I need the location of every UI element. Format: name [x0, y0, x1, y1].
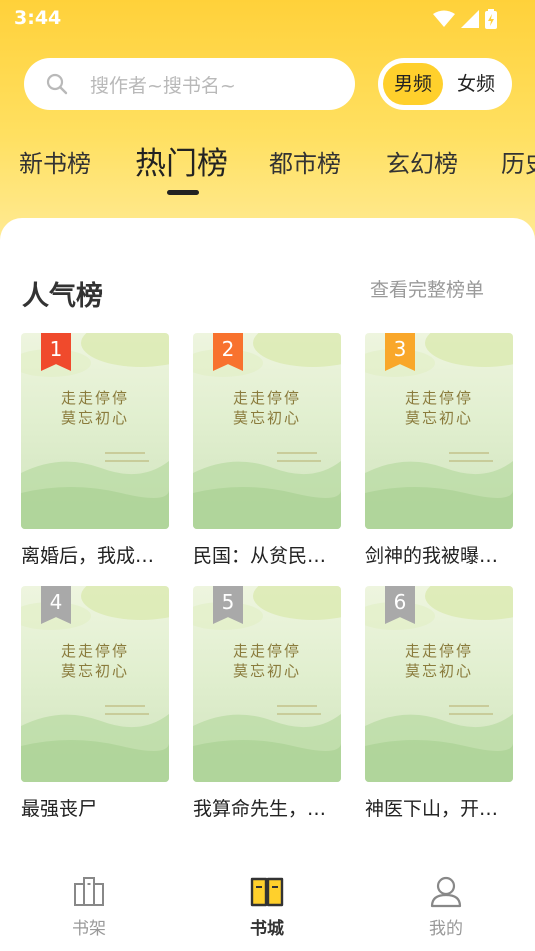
book-title: 民国：从贫民…: [193, 545, 327, 567]
tab-history[interactable]: 历史: [501, 144, 535, 179]
nav-profile[interactable]: 我的: [401, 874, 491, 939]
cover-text-line1: 走走停停: [60, 642, 129, 660]
book-cover: 走走停停 莫忘初心 5: [193, 586, 341, 782]
book-item[interactable]: 走走停停 莫忘初心 6 神医下山，开…: [365, 586, 515, 821]
nav-label: 我的: [429, 919, 463, 939]
cover-text-line2: 莫忘初心: [60, 409, 129, 427]
tab-hot[interactable]: 热门榜: [135, 138, 228, 183]
book-title: 离婚后，我成…: [21, 545, 155, 567]
nav-bookshelf[interactable]: 书架: [44, 874, 134, 939]
book-cover: 走走停停 莫忘初心 2: [193, 333, 341, 529]
book-item[interactable]: 走走停停 莫忘初心 4 最强丧尸: [21, 586, 171, 821]
book-title: 我算命先生，…: [193, 798, 327, 820]
wifi-icon: [433, 10, 455, 27]
nav-label: 书城: [250, 919, 284, 939]
cover-text-line1: 走走停停: [232, 642, 301, 660]
ranking-card: 人气榜 查看完整榜单 走走停停 莫忘初心 1 离婚后，我成… 走走停停 莫忘初心 2 民国：从…: [0, 218, 535, 951]
tab-urban[interactable]: 都市榜: [269, 144, 341, 179]
cover-text-line1: 走走停停: [404, 389, 473, 407]
active-tab-indicator: [167, 190, 199, 195]
book-cover: 走走停停 莫忘初心 1: [21, 333, 169, 529]
book-title: 最强丧尸: [21, 798, 98, 820]
book-open-icon: [250, 877, 284, 907]
gender-toggle: 男频 女频: [378, 58, 512, 110]
signal-icon: [461, 10, 479, 28]
cover-text-line2: 莫忘初心: [232, 409, 301, 427]
battery-icon: [485, 9, 497, 29]
cover-text-line2: 莫忘初心: [404, 409, 473, 427]
bookshelf-icon: [74, 877, 104, 906]
cover-text-line2: 莫忘初心: [232, 662, 301, 680]
bottom-nav: 书架 书城 我的: [0, 860, 535, 951]
female-toggle-button[interactable]: 女频: [446, 63, 506, 105]
tab-new-books[interactable]: 新书榜: [19, 144, 91, 179]
book-title: 剑神的我被曝…: [365, 545, 499, 567]
book-cover: 走走停停 莫忘初心 6: [365, 586, 513, 782]
section-title: 人气榜: [22, 281, 103, 312]
cover-text-line2: 莫忘初心: [404, 662, 473, 680]
book-item[interactable]: 走走停停 莫忘初心 3 剑神的我被曝…: [365, 333, 515, 568]
book-item[interactable]: 走走停停 莫忘初心 1 离婚后，我成…: [21, 333, 171, 568]
book-title: 神医下山，开…: [365, 798, 499, 820]
cover-text-line2: 莫忘初心: [60, 662, 129, 680]
cover-text-line1: 走走停停: [232, 389, 301, 407]
search-input[interactable]: 搜作者~搜书名~: [24, 58, 355, 110]
status-bar: 3:44: [0, 0, 535, 36]
male-toggle-button[interactable]: 男频: [383, 63, 443, 105]
search-placeholder: 搜作者~搜书名~: [90, 74, 236, 97]
cover-text-line1: 走走停停: [60, 389, 129, 407]
ranking-tabs: 新书榜 热门榜 都市榜 玄幻榜 历史: [0, 138, 535, 198]
book-cover: 走走停停 莫忘初心 3: [365, 333, 513, 529]
nav-bookstore[interactable]: 书城: [222, 874, 312, 939]
view-full-list-link[interactable]: 查看完整榜单: [370, 275, 484, 302]
status-time: 3:44: [14, 7, 62, 29]
book-item[interactable]: 走走停停 莫忘初心 2 民国：从贫民…: [193, 333, 343, 568]
nav-label: 书架: [72, 919, 106, 939]
tab-fantasy[interactable]: 玄幻榜: [386, 144, 458, 179]
book-item[interactable]: 走走停停 莫忘初心 5 我算命先生，…: [193, 586, 343, 821]
book-cover: 走走停停 莫忘初心 4: [21, 586, 169, 782]
search-icon: [46, 73, 68, 95]
user-icon: [430, 876, 462, 908]
status-icons: [433, 9, 497, 29]
cover-text-line1: 走走停停: [404, 642, 473, 660]
